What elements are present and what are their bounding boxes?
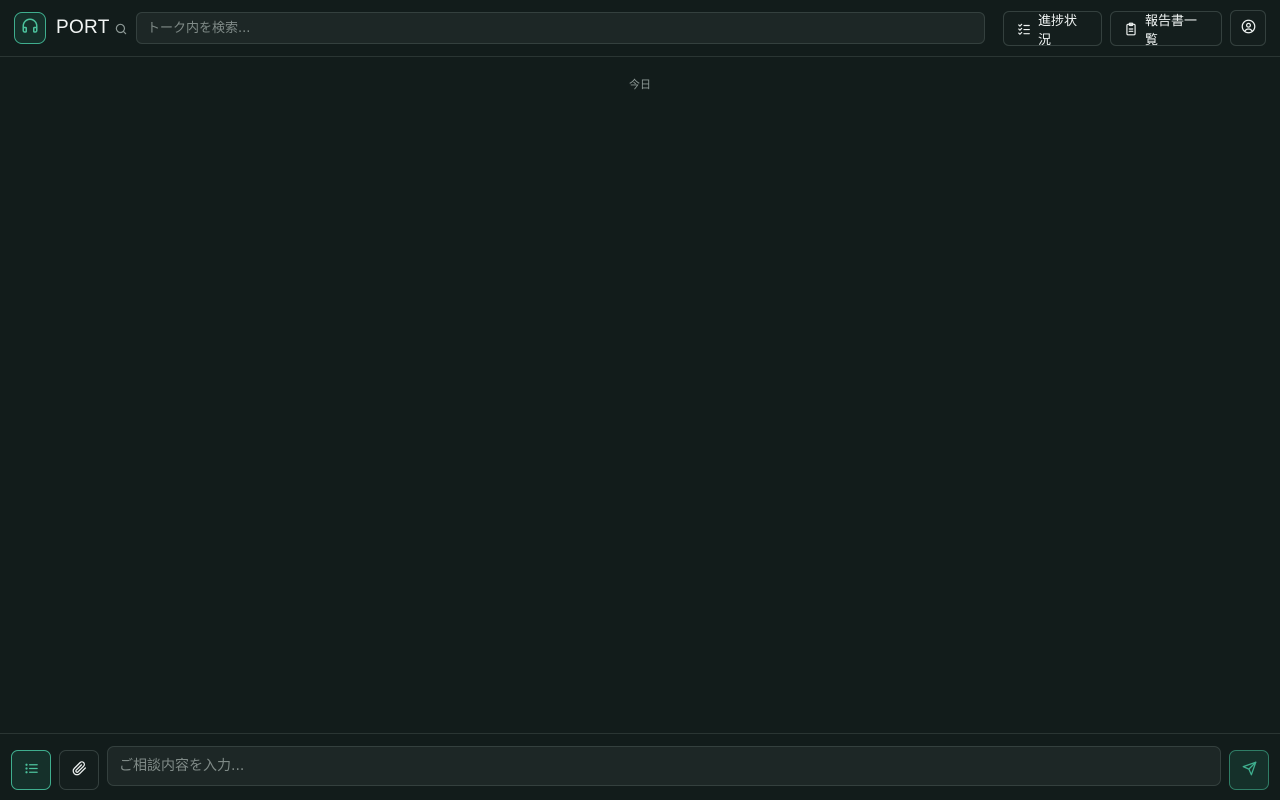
user-circle-icon [1241,19,1256,38]
message-input[interactable] [107,746,1221,786]
logo [14,12,46,44]
paperclip-icon [72,760,87,780]
brand-name: PORT [56,17,110,38]
search-icon [114,21,128,35]
reports-button-label: 報告書一覧 [1145,13,1198,48]
reports-button[interactable]: 報告書一覧 [1110,11,1222,48]
chat-area: 今日 [0,57,1280,733]
composer-bar [0,733,1280,800]
send-icon [1242,761,1257,780]
attach-button[interactable] [59,750,99,790]
headset-icon [21,17,39,39]
search-input[interactable] [136,12,985,44]
clipboard-icon [1124,22,1138,36]
date-separator: 今日 [629,78,651,91]
list-icon [24,761,39,780]
progress-button[interactable]: 進捗状況 [1003,11,1102,48]
account-button[interactable] [1230,10,1266,46]
top-bar: PORT 進捗状況 [0,0,1280,57]
send-button[interactable] [1229,750,1269,790]
progress-button-label: 進捗状況 [1038,13,1078,48]
menu-list-button[interactable] [11,750,51,790]
checklist-icon [1017,22,1031,36]
